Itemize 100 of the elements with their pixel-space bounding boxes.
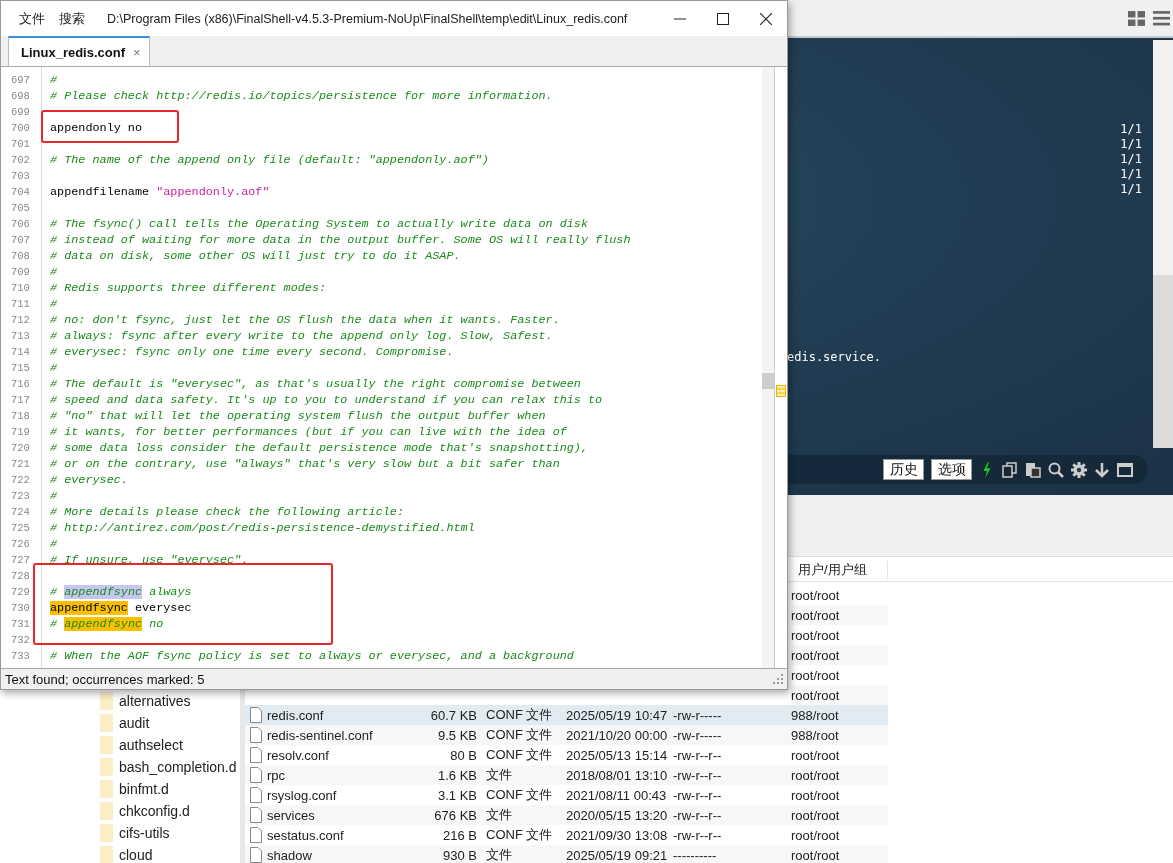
- line-number: 727: [10, 554, 31, 566]
- line-number: 732: [10, 634, 31, 646]
- code-line: # everysec: fsync only one time every second. Compromise.: [50, 345, 454, 359]
- close-tab-button[interactable]: ×: [133, 44, 141, 60]
- file-row[interactable]: rpc 1.6 KB 文件 2018/08/01 13:10 -rw-r--r-- root/root: [245, 765, 888, 785]
- scrollbar-thumb[interactable]: [1153, 275, 1173, 448]
- code-line: # If unsure, use "everysec".: [50, 553, 249, 567]
- line-number: 713: [10, 330, 31, 342]
- menu-item[interactable]: 文件: [19, 9, 45, 28]
- tree-item[interactable]: bash_completion.d: [119, 759, 237, 775]
- terminal-text: 1/1: [1120, 137, 1142, 152]
- tree-item[interactable]: cifs-utils: [119, 825, 170, 841]
- toolbar-button[interactable]: 历史: [883, 459, 924, 480]
- line-number: 723: [10, 490, 31, 502]
- line-number: 731: [10, 618, 31, 630]
- file-row[interactable]: root/root: [791, 625, 888, 645]
- file-row[interactable]: sestatus.conf 216 B CONF 文件 2021/09/30 13:08 -rw-r--r-- root/root: [245, 825, 888, 845]
- toolbar-button[interactable]: 选项: [931, 459, 972, 480]
- file-row[interactable]: rsyslog.conf 3.1 KB CONF 文件 2021/08/11 00:43 -rw-r--r-- root/root: [245, 785, 888, 805]
- code-line: # More details please check the following article:: [50, 505, 404, 519]
- file-size: 1.6 KB: [437, 767, 477, 783]
- window-icon[interactable]: [1117, 461, 1133, 478]
- code-line: # When the AOF fsync policy is set to always or everysec, and a background: [50, 649, 574, 663]
- code-line: # "no" that will let the operating system flush the output buffer when: [50, 409, 546, 423]
- code-line: # speed and data safety. It's up to you to understand if you can relax this to: [50, 393, 603, 407]
- file-size: 60.7 KB: [430, 707, 477, 723]
- maximize-icon[interactable]: [717, 12, 729, 25]
- line-number: 716: [10, 378, 31, 390]
- file-row[interactable]: root/root: [791, 605, 888, 625]
- line-number: 718: [10, 410, 31, 422]
- file-name: resolv.conf: [267, 747, 329, 763]
- file-owner: root/root: [791, 607, 840, 623]
- line-number: 705: [10, 202, 31, 214]
- file-type: CONF 文件: [486, 747, 553, 762]
- file-owner: root/root: [791, 807, 840, 823]
- file-permissions: -rw-r-----: [673, 707, 722, 723]
- code-line: # everysec.: [50, 473, 128, 487]
- file-date: 2020/05/15 13:20: [566, 807, 668, 823]
- line-number: 726: [10, 538, 31, 550]
- folder-icon: [100, 758, 113, 776]
- line-number: 697: [10, 74, 31, 86]
- resize-grip-icon[interactable]: [773, 674, 783, 684]
- column-header[interactable]: 用户/用户组: [791, 561, 888, 579]
- file-name: sestatus.conf: [267, 827, 344, 843]
- file-row[interactable]: resolv.conf 80 B CONF 文件 2025/05/13 15:14 -rw-r--r-- root/root: [245, 745, 888, 765]
- line-number: 730: [10, 602, 31, 614]
- code-line: appendfilename "appendonly.aof": [50, 185, 270, 199]
- file-owner: root/root: [791, 767, 840, 783]
- tree-item[interactable]: cloud: [119, 847, 153, 863]
- paste-icon[interactable]: [1025, 461, 1041, 478]
- file-row[interactable]: root/root: [791, 685, 888, 705]
- file-icon: [250, 847, 262, 863]
- file-row[interactable]: root/root: [791, 665, 888, 685]
- file-name: redis-sentinel.conf: [267, 727, 373, 743]
- tree-item[interactable]: audit: [119, 715, 150, 731]
- file-size: 3.1 KB: [437, 787, 477, 803]
- status-text: Text found; occurrences marked: 5: [5, 671, 205, 687]
- line-number: 710: [10, 282, 31, 294]
- menu-item[interactable]: 搜索: [59, 9, 85, 28]
- file-row[interactable]: redis-sentinel.conf 9.5 KB CONF 文件 2021/10/20 00:00 -rw-r----- 988/root: [245, 725, 888, 745]
- file-icon: [250, 707, 262, 723]
- tree-item[interactable]: binfmt.d: [119, 781, 169, 797]
- tree-item[interactable]: authselect: [119, 737, 183, 753]
- code-line: # appendfsync no: [50, 617, 164, 631]
- tree-item[interactable]: chkconfig.d: [119, 803, 190, 819]
- file-owner: root/root: [791, 647, 840, 663]
- file-icon: [250, 807, 262, 823]
- grid-view-icon[interactable]: [1128, 10, 1145, 26]
- file-date: 2025/05/19 09:21: [566, 847, 668, 863]
- file-type: CONF 文件: [486, 727, 553, 742]
- line-number: 733: [10, 650, 31, 662]
- file-row[interactable]: root/root: [791, 645, 888, 665]
- file-name: rsyslog.conf: [267, 787, 337, 803]
- close-icon[interactable]: [760, 12, 772, 25]
- file-owner: root/root: [791, 687, 840, 703]
- code-line: # data on disk, some other OS will just try to do it ASAP.: [50, 249, 461, 263]
- down-arrow-icon[interactable]: [1094, 461, 1110, 478]
- code-line: # no: don't fsync, just let the OS flush the data when it wants. Faster.: [50, 313, 560, 327]
- window-title: D:\Program Files (x86)\FinalShell-v4.5.3-Premium-NoUp\FinalShell\temp\edit\Linux_redis.conf: [107, 11, 628, 26]
- line-number: 708: [10, 250, 31, 262]
- file-icon: [250, 747, 262, 763]
- tree-item[interactable]: alternatives: [119, 693, 191, 709]
- editor-tab[interactable]: Linux_redis.conf ×: [8, 36, 150, 66]
- folder-icon: [100, 736, 113, 754]
- menu-icon[interactable]: [1153, 10, 1170, 26]
- code-line: # http://antirez.com/post/redis-persistence-demystified.html: [50, 521, 475, 535]
- terminal-text: 1/1: [1120, 122, 1142, 137]
- terminal-text: 1/1: [1120, 182, 1142, 197]
- copy-icon[interactable]: [1002, 461, 1018, 478]
- file-size: 676 KB: [434, 807, 477, 823]
- file-row[interactable]: redis.conf 60.7 KB CONF 文件 2025/05/19 10:47 -rw-r----- 988/root: [245, 705, 888, 725]
- line-number: 703: [10, 170, 31, 182]
- search-icon[interactable]: [1048, 461, 1064, 478]
- file-row[interactable]: shadow 930 B 文件 2025/05/19 09:21 ---------- root/root: [245, 845, 888, 863]
- file-date: 2021/10/20 00:00: [566, 727, 668, 743]
- file-row[interactable]: root/root: [791, 585, 888, 605]
- file-type: 文件: [486, 767, 512, 782]
- file-row[interactable]: services 676 KB 文件 2020/05/15 13:20 -rw-r--r-- root/root: [245, 805, 888, 825]
- settings-icon[interactable]: [1071, 461, 1087, 478]
- line-number: 709: [10, 266, 31, 278]
